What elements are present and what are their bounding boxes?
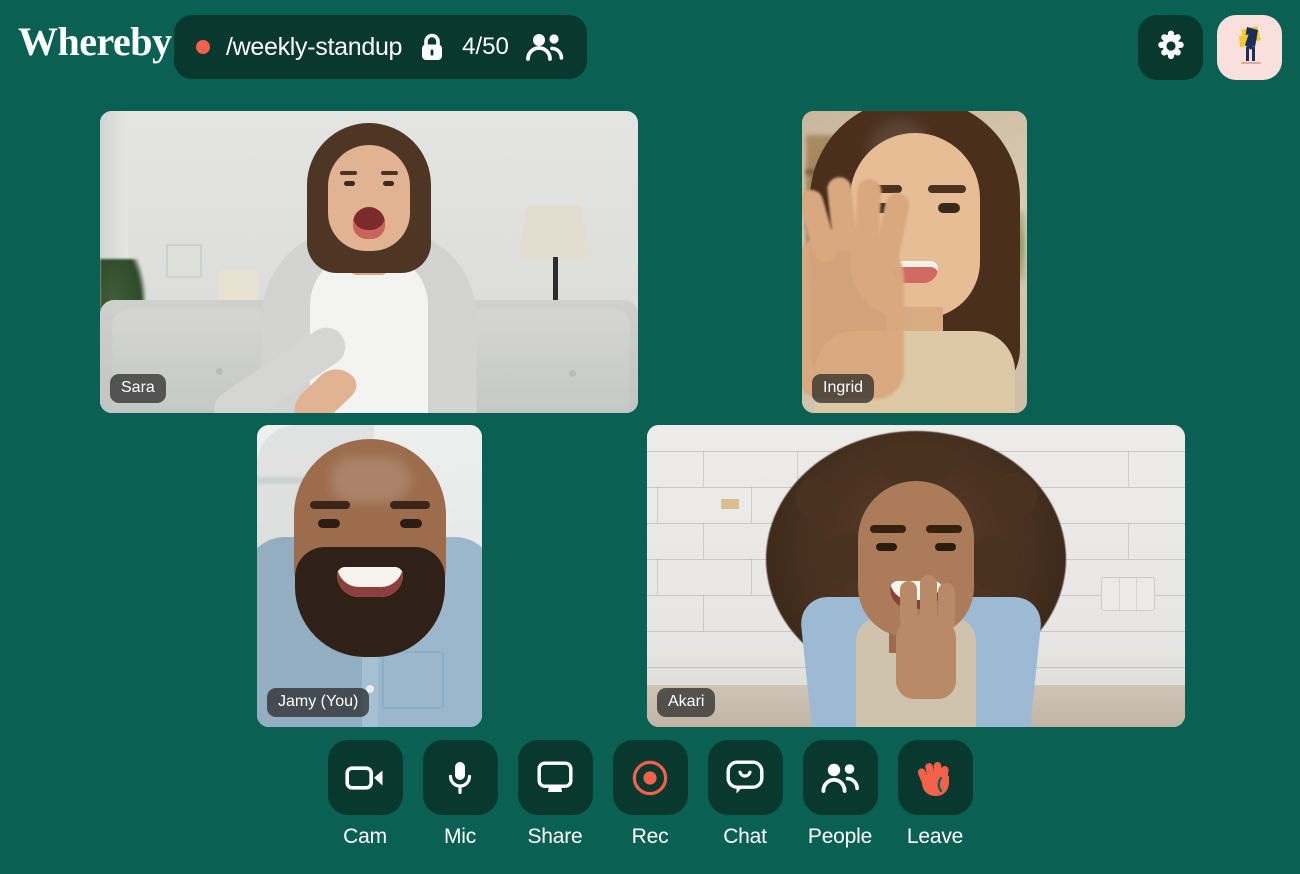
- rec-button[interactable]: Rec: [612, 740, 688, 848]
- camera-icon: [327, 740, 403, 815]
- participant-name-badge: Akari: [657, 688, 716, 717]
- share-label: Share: [527, 825, 583, 848]
- video-grid: Sara Ingrid Jamy (You) Akari: [0, 0, 1300, 740]
- people-label: People: [807, 825, 873, 848]
- monitor-icon: [517, 740, 593, 815]
- people-icon: [802, 740, 878, 815]
- video-tile-jamy[interactable]: Jamy (You): [257, 425, 482, 727]
- leave-button[interactable]: Leave: [897, 740, 973, 848]
- video-feed-jamy: [257, 425, 482, 727]
- cam-label: Cam: [343, 825, 387, 848]
- video-tile-akari[interactable]: Akari: [647, 425, 1185, 727]
- chat-button[interactable]: Chat: [707, 740, 783, 848]
- people-button[interactable]: People: [802, 740, 878, 848]
- participant-name-badge: Ingrid: [812, 374, 875, 403]
- waving-hand-icon: [897, 740, 973, 815]
- video-feed-ingrid: [802, 111, 1027, 413]
- mic-button[interactable]: Mic: [422, 740, 498, 848]
- video-feed-akari: [647, 425, 1185, 727]
- leave-label: Leave: [906, 825, 964, 848]
- video-tile-ingrid[interactable]: Ingrid: [802, 111, 1027, 413]
- video-tile-sara[interactable]: Sara: [100, 111, 638, 413]
- cam-button[interactable]: Cam: [327, 740, 403, 848]
- video-feed-sara: [100, 111, 638, 413]
- participant-name-badge: Sara: [110, 374, 166, 403]
- participant-name-badge: Jamy (You): [267, 688, 370, 717]
- rec-label: Rec: [631, 825, 669, 848]
- chat-bubble-icon: [707, 740, 783, 815]
- chat-label: Chat: [723, 825, 767, 848]
- share-button[interactable]: Share: [517, 740, 593, 848]
- record-icon: [612, 740, 688, 815]
- call-controls-toolbar: Cam Mic Share Rec Chat People Leave: [0, 740, 1300, 874]
- microphone-icon: [422, 740, 498, 815]
- whereby-video-call-app: Whereby /weekly-standup 4/50 Sara Ingrid…: [0, 0, 1300, 874]
- mic-label: Mic: [443, 825, 477, 848]
